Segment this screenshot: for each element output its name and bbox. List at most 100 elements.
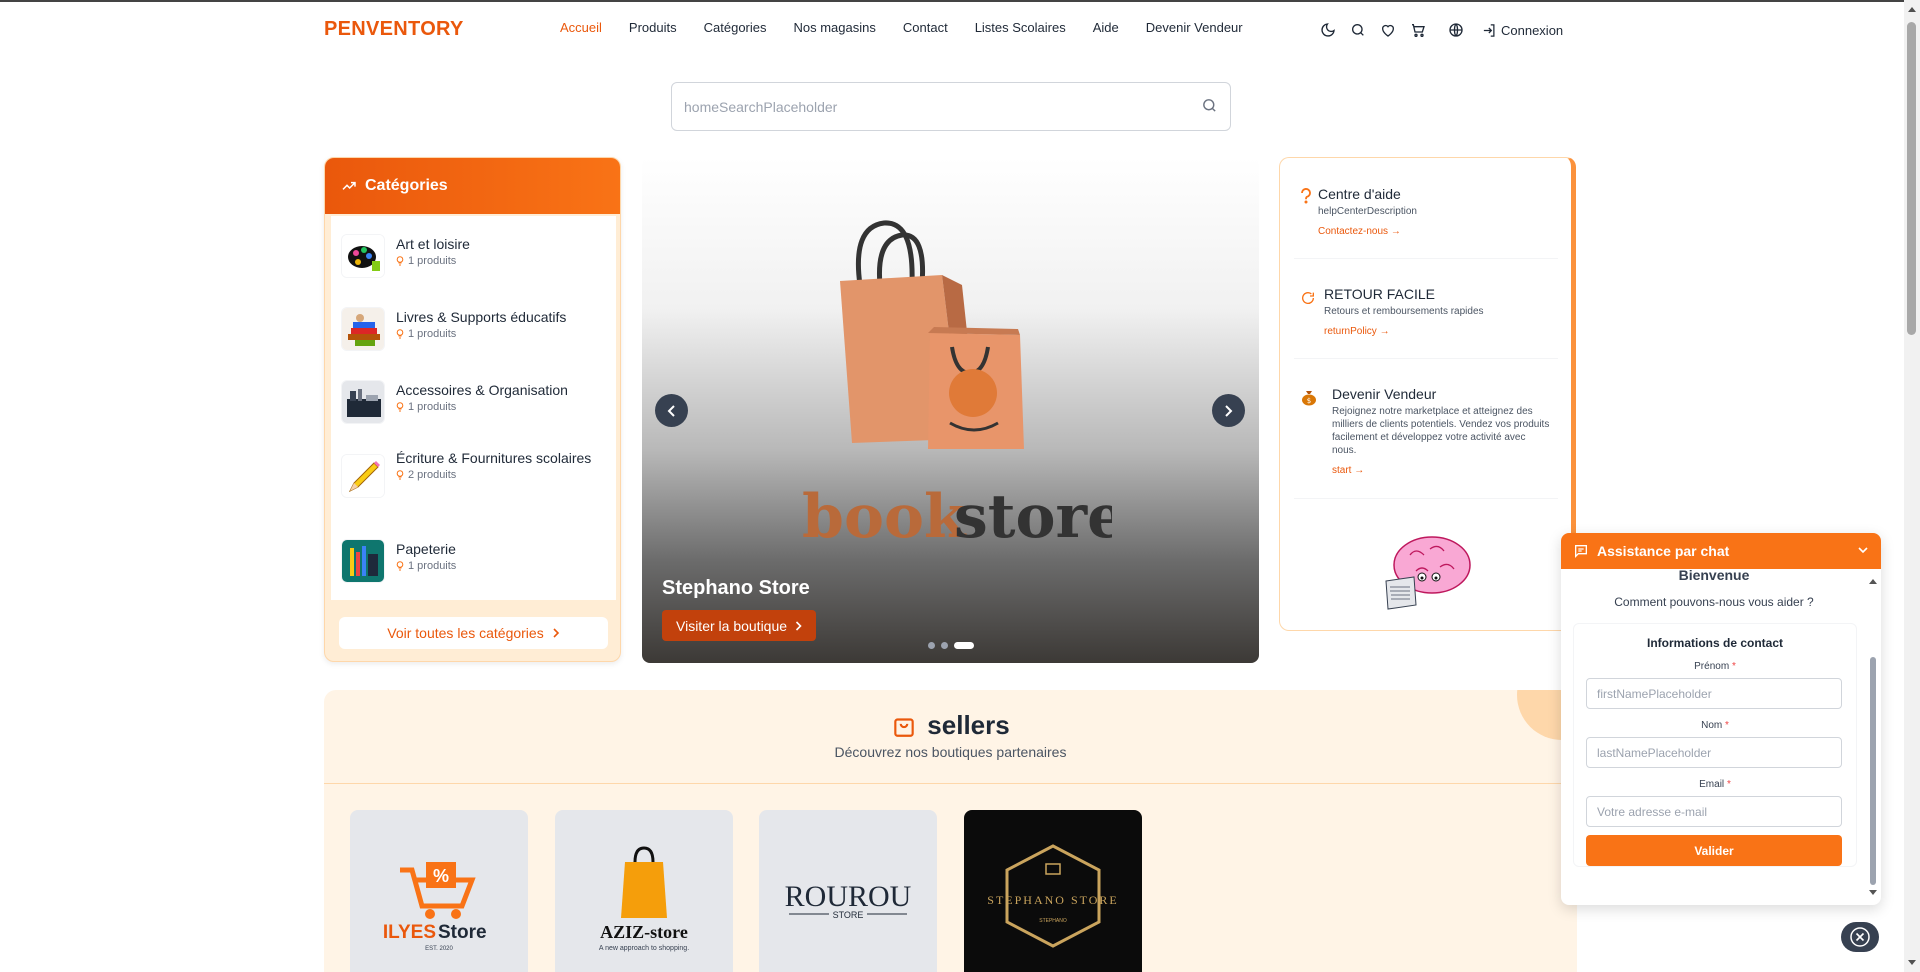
svg-text:%: % bbox=[433, 866, 449, 886]
header-actions: Connexion bbox=[1318, 20, 1563, 40]
start-link[interactable]: start → bbox=[1332, 465, 1550, 476]
svg-text:ILYES: ILYES bbox=[383, 922, 436, 943]
chat-welcome: Bienvenue bbox=[1678, 567, 1750, 583]
nav-produits[interactable]: Produits bbox=[629, 20, 677, 35]
category-count: 1 produits bbox=[396, 401, 568, 413]
trending-icon bbox=[342, 181, 356, 190]
submit-button[interactable]: Valider bbox=[1586, 835, 1842, 866]
chevron-left-icon bbox=[667, 404, 675, 417]
search-icon[interactable] bbox=[1348, 20, 1368, 40]
store-card-ilyes[interactable]: % ILYES Store EST. 2020 bbox=[350, 810, 528, 972]
chat-title: Assistance par chat bbox=[1597, 543, 1730, 559]
nav-contact[interactable]: Contact bbox=[903, 20, 948, 35]
last-name-label: Nom * bbox=[1701, 720, 1729, 731]
slider-dot[interactable] bbox=[928, 642, 935, 649]
slider-dot[interactable] bbox=[941, 642, 948, 649]
last-name-field[interactable] bbox=[1586, 737, 1842, 768]
book-store-logo: book store bbox=[802, 220, 1112, 547]
stephano-store-logo: STEPHANO STORE STEPHANO bbox=[987, 844, 1118, 948]
contact-us-link[interactable]: Contactez-nous → bbox=[1318, 226, 1550, 237]
first-name-field[interactable] bbox=[1586, 678, 1842, 709]
bulb-icon bbox=[396, 561, 404, 571]
home-search bbox=[671, 82, 1231, 131]
category-item[interactable]: Accessoires & Organisation 1 produits bbox=[341, 380, 611, 424]
site-logo[interactable]: PENVENTORY bbox=[324, 18, 464, 41]
sellers-section: sellers Découvrez nos boutiques partenai… bbox=[324, 690, 1577, 972]
search-icon[interactable] bbox=[1201, 97, 1218, 114]
sellers-heading: sellers bbox=[324, 710, 1577, 741]
svg-text:AZIZ-store: AZIZ-store bbox=[600, 922, 688, 942]
question-icon bbox=[1300, 188, 1312, 204]
bulb-icon bbox=[396, 329, 404, 339]
category-item[interactable]: Papeterie 1 produits bbox=[341, 539, 611, 583]
category-name: Art et loisire bbox=[396, 236, 470, 252]
login-label: Connexion bbox=[1501, 22, 1564, 38]
page-scrollbar-thumb[interactable] bbox=[1907, 22, 1916, 335]
nav-categories[interactable]: Catégories bbox=[704, 20, 767, 35]
category-thumbnail bbox=[341, 234, 385, 278]
chat-close-button[interactable] bbox=[1841, 922, 1879, 952]
nav-aide[interactable]: Aide bbox=[1093, 20, 1119, 35]
svg-text:STORE: STORE bbox=[833, 910, 864, 920]
divider bbox=[1294, 358, 1558, 359]
contact-form: Informations de contact Prénom * Nom * E… bbox=[1573, 623, 1857, 867]
category-count: 1 produits bbox=[396, 328, 566, 340]
category-count: 1 produits bbox=[396, 255, 470, 267]
chat-question: Comment pouvons-nous vous aider ? bbox=[1614, 595, 1814, 609]
svg-text:EST. 2020: EST. 2020 bbox=[425, 946, 453, 952]
nav-accueil[interactable]: Accueil bbox=[560, 20, 602, 35]
visit-store-button[interactable]: Visiter la boutique bbox=[662, 610, 817, 641]
nav-listes-scolaires[interactable]: Listes Scolaires bbox=[975, 20, 1066, 35]
search-input[interactable] bbox=[684, 95, 1164, 119]
ilyes-store-logo: % ILYES Store EST. 2020 bbox=[383, 862, 487, 952]
easy-return-block: RETOUR FACILE Retours et remboursements … bbox=[1300, 286, 1550, 337]
category-count: 2 produits bbox=[396, 469, 591, 481]
chat-header[interactable]: Assistance par chat bbox=[1561, 533, 1881, 569]
login-link[interactable]: Connexion bbox=[1482, 23, 1563, 38]
first-name-label: Prénom * bbox=[1694, 661, 1736, 672]
email-field[interactable] bbox=[1586, 796, 1842, 827]
svg-text:ROUROU: ROUROU bbox=[785, 880, 912, 913]
svg-text:STEPHANO STORE: STEPHANO STORE bbox=[987, 893, 1118, 907]
category-item[interactable]: Écriture & Fournitures scolaires 2 produ… bbox=[341, 448, 611, 498]
become-seller-desc: Rejoignez notre marketplace et atteignez… bbox=[1332, 406, 1550, 456]
category-thumbnail bbox=[341, 380, 385, 424]
main-nav: Accueil Produits Catégories Nos magasins… bbox=[560, 20, 1270, 35]
chat-scrollbar[interactable] bbox=[1867, 577, 1879, 897]
store-card-aziz[interactable]: AZIZ-store A new approach to shopping. bbox=[555, 810, 733, 972]
store-card-stephano[interactable]: STEPHANO STORE STEPHANO bbox=[964, 810, 1142, 972]
category-item[interactable]: Livres & Supports éducatifs 1 produits bbox=[341, 307, 611, 351]
category-thumbnail bbox=[341, 454, 385, 498]
login-icon bbox=[1483, 23, 1495, 37]
money-bag-icon: $ bbox=[1300, 388, 1318, 406]
categories-panel: Catégories Art et loisire 1 produits Liv… bbox=[324, 157, 621, 662]
chevron-down-icon[interactable] bbox=[1857, 544, 1869, 556]
slider-next-button[interactable] bbox=[1212, 394, 1245, 427]
nav-nos-magasins[interactable]: Nos magasins bbox=[794, 20, 876, 35]
chevron-right-icon bbox=[1225, 404, 1233, 417]
refresh-icon bbox=[1300, 290, 1316, 306]
hero-slider: book store Stephano Store Visiter la bou… bbox=[642, 157, 1259, 663]
rourou-store-logo: ROUROU STORE bbox=[785, 880, 912, 920]
see-all-categories-button[interactable]: Voir toutes les catégories bbox=[339, 617, 608, 649]
slider-prev-button[interactable] bbox=[655, 394, 688, 427]
return-policy-link[interactable]: returnPolicy → bbox=[1324, 326, 1550, 337]
moon-icon[interactable] bbox=[1318, 20, 1338, 40]
divider bbox=[324, 783, 1577, 784]
slider-dot-active[interactable] bbox=[954, 642, 974, 649]
category-item[interactable]: Art et loisire 1 produits bbox=[341, 234, 611, 278]
categories-list: Art et loisire 1 produits Livres & Suppo… bbox=[331, 216, 616, 600]
email-label: Email * bbox=[1699, 779, 1731, 790]
svg-text:Store: Store bbox=[438, 922, 487, 943]
heart-icon[interactable] bbox=[1378, 20, 1398, 40]
sellers-subtitle: Découvrez nos boutiques partenaires bbox=[834, 744, 1067, 760]
store-card-rourou[interactable]: ROUROU STORE bbox=[759, 810, 937, 972]
chat-body: Bienvenue Comment pouvons-nous vous aide… bbox=[1561, 567, 1867, 905]
nav-devenir-vendeur[interactable]: Devenir Vendeur bbox=[1146, 20, 1243, 35]
brain-reading-illustration bbox=[1380, 533, 1474, 611]
cart-icon[interactable] bbox=[1408, 20, 1428, 40]
globe-icon[interactable] bbox=[1446, 20, 1466, 40]
svg-text:A new approach to shopping.: A new approach to shopping. bbox=[599, 945, 689, 952]
become-seller-title: Devenir Vendeur bbox=[1332, 386, 1437, 402]
page-scrollbar[interactable] bbox=[1904, 0, 1920, 972]
